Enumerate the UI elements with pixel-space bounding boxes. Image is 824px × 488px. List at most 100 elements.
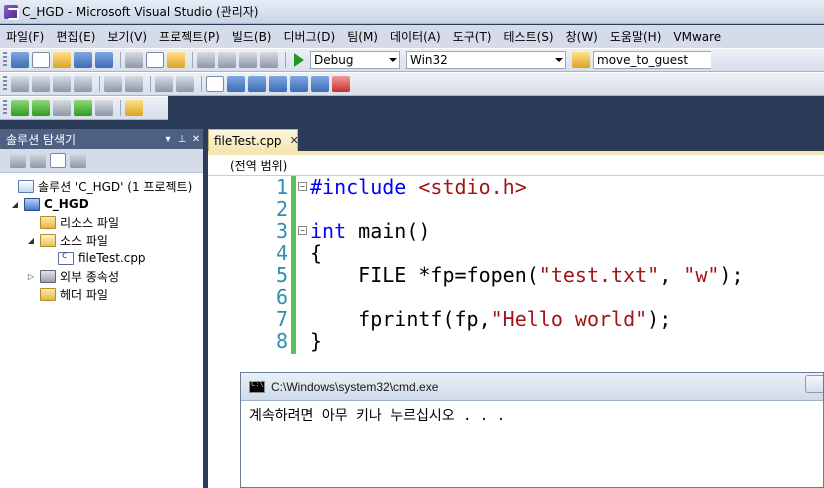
scope-value: (전역 범위): [230, 158, 288, 173]
display-parameter-info-icon[interactable]: [32, 76, 50, 92]
menu-window[interactable]: 창(W): [562, 28, 602, 45]
line-number: 1: [275, 175, 288, 199]
string-token: "w": [683, 263, 720, 287]
close-icon[interactable]: ✕: [290, 134, 299, 147]
save-icon[interactable]: [74, 52, 92, 68]
toolbar-grip[interactable]: [3, 100, 7, 116]
menu-build[interactable]: 빌드(B): [228, 28, 276, 45]
solution-platform-select[interactable]: Win32: [406, 51, 566, 69]
properties-icon[interactable]: [10, 153, 26, 168]
save-all-icon[interactable]: [95, 52, 113, 68]
menu-edit[interactable]: 편집(E): [52, 28, 99, 45]
folder-icon: [40, 215, 56, 229]
solution-explorer-toolbar: [0, 149, 203, 173]
tree-item-file[interactable]: fileTest.cpp: [0, 249, 203, 267]
expanded-triangle-icon[interactable]: ◢: [26, 236, 36, 245]
console-title-bar[interactable]: C:\Windows\system32\cmd.exe: [241, 373, 823, 401]
increase-indent-icon[interactable]: [125, 76, 143, 92]
platform-value: Win32: [410, 53, 448, 67]
expanded-triangle-icon[interactable]: ◢: [10, 200, 20, 209]
configuration-manager-icon[interactable]: [125, 100, 143, 116]
menu-data[interactable]: 데이터(A): [386, 28, 445, 45]
redo-icon[interactable]: [218, 52, 236, 68]
tree-item-label: fileTest.cpp: [78, 251, 146, 265]
string-token: "test.txt": [538, 263, 660, 287]
console-window[interactable]: C:\Windows\system32\cmd.exe 계속하려면 아무 키나 …: [240, 372, 824, 488]
new-project-icon[interactable]: [11, 52, 29, 68]
collapse-toggle-icon[interactable]: −: [298, 182, 307, 191]
code-token: );: [719, 263, 744, 287]
menu-view[interactable]: 보기(V): [103, 28, 151, 45]
uncomment-icon[interactable]: [176, 76, 194, 92]
clear-bookmarks-icon[interactable]: [332, 76, 350, 92]
paste-icon[interactable]: [167, 52, 185, 68]
solution-explorer-title: 솔루션 탐색기: [6, 132, 77, 147]
complete-word-icon[interactable]: [74, 76, 92, 92]
tree-item-source-files[interactable]: ◢ 소스 파일: [0, 231, 203, 249]
display-object-member-list-icon[interactable]: [11, 76, 29, 92]
publish-icon[interactable]: [74, 100, 92, 116]
cpp-file-icon: [58, 250, 74, 265]
tree-item-solution[interactable]: 솔루션 'C_HGD' (1 프로젝트): [0, 177, 203, 195]
tree-item-label: C_HGD: [44, 197, 89, 211]
scope-dropdown[interactable]: (전역 범위): [208, 155, 824, 176]
tree-item-header-files[interactable]: 헤더 파일: [0, 285, 203, 303]
navigate-forward-icon[interactable]: [260, 52, 278, 68]
show-all-files-icon[interactable]: [30, 153, 46, 168]
find-in-files-icon[interactable]: [572, 52, 590, 68]
rebuild-icon[interactable]: [53, 100, 71, 116]
menu-project[interactable]: 프로젝트(P): [155, 28, 224, 45]
solution-configuration-select[interactable]: Debug: [310, 51, 400, 69]
menu-debug[interactable]: 디버그(D): [280, 28, 340, 45]
configuration-value: Debug: [314, 53, 354, 67]
minimize-button[interactable]: [805, 375, 823, 393]
tree-item-label: 헤더 파일: [60, 287, 108, 302]
add-item-icon[interactable]: [32, 52, 50, 68]
external-dependencies-icon: [40, 269, 56, 283]
toolbar-grip[interactable]: [3, 52, 7, 68]
toolbar-grip[interactable]: [3, 76, 7, 92]
code-line: 7 fprintf(fp,"Hello world");: [208, 308, 824, 330]
menu-vmware[interactable]: VMware: [669, 30, 725, 44]
next-bookmark-icon[interactable]: [248, 76, 266, 92]
start-debugging-icon[interactable]: [294, 53, 304, 67]
navigate-backward-icon[interactable]: [239, 52, 257, 68]
previous-bookmark-icon[interactable]: [227, 76, 245, 92]
auto-hide-pin-icon[interactable]: ⊥: [175, 134, 189, 145]
tree-item-label: 솔루션 'C_HGD' (1 프로젝트): [38, 179, 193, 194]
build-solution-icon[interactable]: [32, 100, 50, 116]
menu-tools[interactable]: 도구(T): [449, 28, 496, 45]
toggle-bookmark-icon[interactable]: [206, 76, 224, 92]
folder-icon: [40, 287, 56, 301]
find-input[interactable]: move_to_guest: [593, 51, 711, 69]
collapsed-triangle-icon[interactable]: ▷: [26, 272, 36, 281]
next-bookmark-in-folder-icon[interactable]: [290, 76, 308, 92]
close-icon[interactable]: ✕: [189, 134, 203, 145]
class-view-icon[interactable]: [70, 153, 86, 168]
previous-bookmark-in-document-icon[interactable]: [311, 76, 329, 92]
display-quick-info-icon[interactable]: [53, 76, 71, 92]
undo-icon[interactable]: [197, 52, 215, 68]
previous-bookmark-in-folder-icon[interactable]: [269, 76, 287, 92]
tree-item-project[interactable]: ◢ C_HGD: [0, 195, 203, 213]
collapse-toggle-icon[interactable]: −: [298, 226, 307, 235]
build-icon[interactable]: [11, 100, 29, 116]
menu-test[interactable]: 테스트(S): [499, 28, 557, 45]
comment-out-icon[interactable]: [155, 76, 173, 92]
cancel-build-icon[interactable]: [95, 100, 113, 116]
cut-icon[interactable]: [125, 52, 143, 68]
decrease-indent-icon[interactable]: [104, 76, 122, 92]
window-position-icon[interactable]: ▾: [161, 134, 175, 145]
tree-item-external-dependencies[interactable]: ▷ 외부 종속성: [0, 267, 203, 285]
tab-filetest[interactable]: fileTest.cpp ✕: [208, 129, 299, 151]
copy-icon[interactable]: [146, 52, 164, 68]
menu-file[interactable]: 파일(F): [2, 28, 48, 45]
refresh-icon[interactable]: [50, 153, 66, 168]
solution-explorer-panel: 솔루션 'C_HGD' (1 프로젝트) ◢ C_HGD 리소스 파일 ◢ 소스…: [0, 149, 203, 488]
tree-item-resource-files[interactable]: 리소스 파일: [0, 213, 203, 231]
menu-team[interactable]: 팀(M): [343, 28, 382, 45]
menu-help[interactable]: 도움말(H): [606, 28, 666, 45]
command-prompt-icon: [249, 380, 265, 393]
title-bar: C_HGD - Microsoft Visual Studio (관리자): [0, 0, 824, 24]
open-file-icon[interactable]: [53, 52, 71, 68]
